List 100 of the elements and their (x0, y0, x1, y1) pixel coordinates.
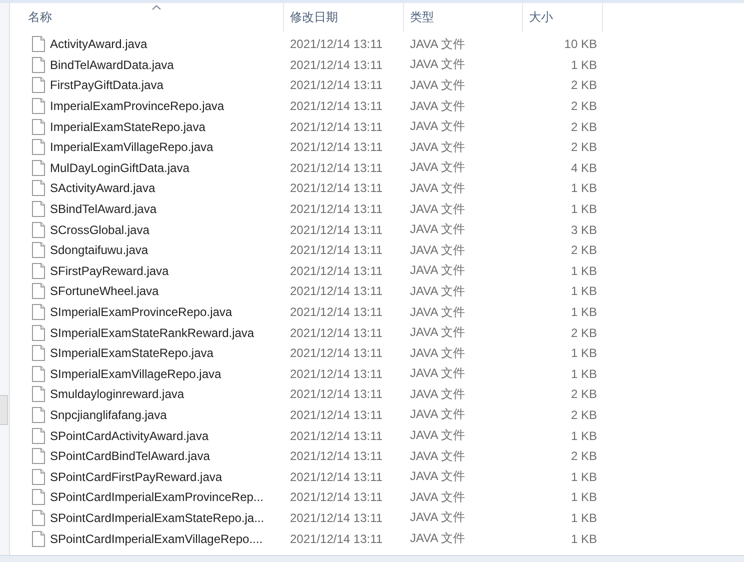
file-type: JAVA 文件 (410, 427, 465, 444)
file-name[interactable]: ImperialExamProvinceRepo.java (50, 99, 224, 114)
file-name[interactable]: ActivityAward.java (50, 37, 148, 52)
file-name[interactable]: FirstPayGiftData.java (50, 78, 164, 92)
date-modified: 2021/12/14 13:11 (290, 160, 383, 175)
file-icon (32, 36, 45, 52)
date-modified: 2021/12/14 13:11 (290, 470, 383, 484)
file-type: JAVA 文件 (410, 365, 465, 382)
file-size: 2 KB (570, 120, 597, 134)
file-type: JAVA 文件 (410, 509, 465, 526)
file-name[interactable]: SImperialExamStateRepo.java (50, 346, 214, 360)
date-modified: 2021/12/14 13:11 (290, 284, 383, 298)
file-size: 1 KB (570, 202, 597, 216)
file-name[interactable]: BindTelAwardData.java (50, 58, 174, 72)
date-modified: 2021/12/14 13:11 (290, 346, 383, 360)
date-modified: 2021/12/14 13:11 (290, 264, 383, 278)
file-icon (32, 283, 45, 300)
file-icon (32, 160, 45, 176)
file-type: JAVA 文件 (410, 200, 465, 218)
file-type: JAVA 文件 (410, 221, 465, 238)
file-name[interactable]: MulDayLoginGiftData.java (50, 160, 190, 175)
file-name[interactable]: SFortuneWheel.java (50, 284, 159, 298)
scrollbar-thumb[interactable] (0, 395, 8, 425)
date-modified: 2021/12/14 13:11 (290, 428, 383, 443)
file-icon (32, 468, 45, 485)
file-size: 2 KB (570, 99, 597, 114)
file-size: 1 KB (570, 532, 597, 546)
date-modified: 2021/12/14 13:11 (290, 305, 383, 320)
file-name[interactable]: Smuldayloginreward.java (50, 387, 184, 402)
file-type: JAVA 文件 (410, 242, 465, 259)
file-icon (32, 139, 45, 156)
file-icon (32, 510, 45, 526)
file-name[interactable]: SPointCardFirstPayReward.java (50, 470, 222, 484)
date-modified: 2021/12/14 13:11 (290, 326, 383, 340)
file-icon (32, 180, 45, 196)
date-modified: 2021/12/14 13:11 (290, 387, 383, 402)
file-icon (32, 324, 45, 341)
file-type: JAVA 文件 (410, 448, 465, 465)
file-type: JAVA 文件 (410, 488, 465, 506)
column-header[interactable]: 修改日期 (284, 3, 404, 32)
date-modified: 2021/12/14 13:11 (290, 222, 383, 237)
file-type: JAVA 文件 (410, 406, 465, 424)
date-modified: 2021/12/14 13:11 (290, 510, 383, 525)
file-name[interactable]: ImperialExamStateRepo.java (50, 120, 206, 134)
date-modified: 2021/12/14 13:11 (290, 78, 383, 92)
file-name[interactable]: SActivityAward.java (50, 181, 156, 196)
column-header[interactable]: 名称 (10, 3, 284, 32)
file-type: JAVA 文件 (410, 468, 465, 486)
file-size: 1 KB (570, 470, 597, 484)
file-type: JAVA 文件 (410, 282, 465, 300)
date-modified: 2021/12/14 13:11 (290, 408, 383, 422)
file-name[interactable]: SPointCardImperialExamVillageRepo.... (50, 532, 263, 546)
date-modified: 2021/12/14 13:11 (290, 140, 383, 154)
file-name[interactable]: Snpcjianglifafang.java (50, 408, 167, 422)
file-size: 3 KB (570, 222, 597, 237)
date-modified: 2021/12/14 13:11 (290, 181, 383, 196)
file-icon (32, 56, 45, 73)
date-modified: 2021/12/14 13:11 (290, 37, 383, 52)
date-modified: 2021/12/14 13:11 (290, 243, 383, 258)
file-name[interactable]: SPointCardImperialExamProvinceRep... (50, 490, 264, 504)
file-name[interactable]: SImperialExamStateRankReward.java (50, 326, 254, 340)
file-icon (32, 406, 45, 423)
file-name[interactable]: Sdongtaifuwu.java (50, 243, 148, 258)
column-header[interactable]: 类型 (404, 3, 523, 32)
file-name[interactable]: SPointCardActivityAward.java (50, 428, 209, 443)
file-size: 1 KB (570, 428, 597, 443)
file-name[interactable]: ImperialExamVillageRepo.java (50, 140, 214, 154)
file-size: 1 KB (570, 510, 597, 525)
file-name[interactable]: SImperialExamVillageRepo.java (50, 366, 222, 381)
file-name[interactable]: SPointCardBindTelAward.java (50, 449, 210, 464)
file-type: JAVA 文件 (410, 56, 465, 74)
file-size: 1 KB (570, 366, 597, 381)
file-size: 1 KB (570, 58, 597, 72)
date-modified: 2021/12/14 13:11 (290, 120, 383, 134)
file-icon (32, 201, 45, 218)
file-type: JAVA 文件 (410, 98, 465, 115)
file-type: JAVA 文件 (410, 386, 465, 403)
file-name[interactable]: SImperialExamProvinceRepo.java (50, 305, 232, 320)
file-name[interactable]: SFirstPayReward.java (50, 264, 169, 278)
file-icon (32, 222, 45, 238)
file-size: 1 KB (570, 181, 597, 196)
file-size: 2 KB (570, 243, 597, 258)
file-icon (32, 242, 45, 258)
file-type: JAVA 文件 (410, 76, 465, 94)
file-name[interactable]: SCrossGlobal.java (50, 222, 150, 237)
file-icon (32, 345, 45, 362)
file-name[interactable]: SBindTelAward.java (50, 202, 157, 216)
file-type: JAVA 文件 (410, 304, 465, 321)
file-icon (32, 77, 45, 94)
file-size: 10 KB (564, 37, 597, 52)
file-type: JAVA 文件 (410, 262, 465, 280)
date-modified: 2021/12/14 13:11 (290, 58, 383, 72)
file-size: 1 KB (570, 346, 597, 360)
file-size: 2 KB (570, 326, 597, 340)
file-icon (32, 386, 45, 402)
file-icon (32, 448, 45, 464)
file-name[interactable]: SPointCardImperialExamStateRepo.ja... (50, 510, 264, 525)
column-header[interactable]: 大小 (523, 3, 603, 32)
file-type: JAVA 文件 (410, 138, 465, 156)
file-type: JAVA 文件 (410, 118, 465, 136)
